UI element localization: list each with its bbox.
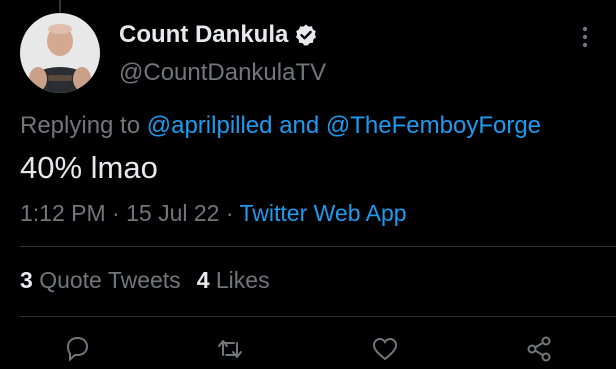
meta-separator: · [112, 200, 120, 226]
reply-icon[interactable] [62, 334, 92, 364]
meta-separator: · [225, 200, 234, 226]
tweet-author[interactable]: Count Dankula @CountDankulaTV [119, 20, 326, 88]
tweet-source-link[interactable]: Twitter Web App [240, 200, 407, 226]
more-options-icon[interactable] [578, 24, 592, 50]
replying-to-line: Replying to @aprilpilled and @TheFemboyF… [20, 111, 541, 141]
tweet-meta: 1:12 PM · 15 Jul 22 · Twitter Web App [20, 198, 407, 228]
mention-link-2[interactable]: @TheFemboyForge [326, 112, 541, 139]
avatar[interactable] [20, 13, 100, 93]
author-name-row: Count Dankula [119, 20, 326, 50]
author-handle[interactable]: @CountDankulaTV [119, 58, 326, 88]
share-icon[interactable] [524, 334, 554, 364]
like-icon[interactable] [370, 334, 400, 364]
retweet-icon[interactable] [215, 334, 245, 364]
thread-connector-line [59, 0, 61, 12]
mention-link-1[interactable]: @aprilpilled [147, 112, 273, 139]
divider [20, 316, 616, 317]
likes-stat[interactable]: 4 Likes [197, 267, 270, 293]
replying-to-prefix: Replying to [20, 112, 141, 139]
tweet-date[interactable]: 15 Jul 22 [126, 200, 219, 226]
tweet-time[interactable]: 1:12 PM [20, 200, 106, 226]
replying-joiner[interactable]: and [279, 112, 319, 139]
quote-tweets-stat[interactable]: 3 Quote Tweets [20, 267, 181, 293]
likes-count: 4 [196, 267, 210, 293]
tweet-text: 40% lmao [20, 150, 158, 185]
divider [20, 246, 616, 247]
author-display-name[interactable]: Count Dankula [119, 20, 288, 50]
tweet-stats: 3 Quote Tweets 4 Likes [20, 265, 270, 295]
quote-tweets-label: Quote Tweets [39, 267, 181, 293]
quote-tweets-count: 3 [20, 267, 33, 293]
verified-badge-icon [294, 23, 318, 47]
likes-label: Likes [215, 267, 270, 293]
